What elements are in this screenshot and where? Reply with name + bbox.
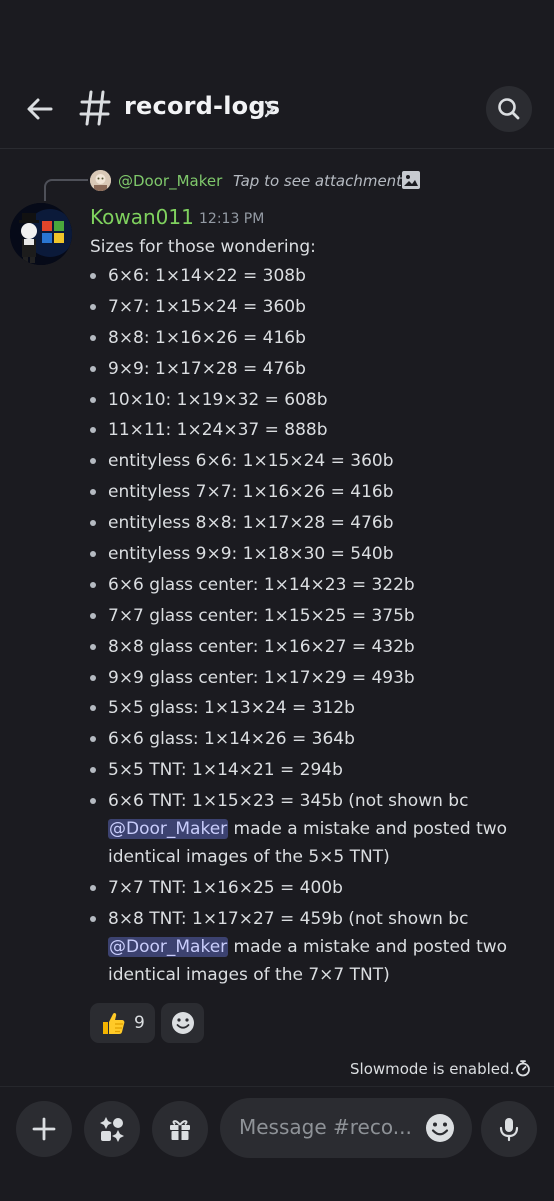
bullet [90, 520, 96, 527]
plus-icon [32, 1117, 56, 1141]
add-reaction-button[interactable] [161, 1003, 204, 1043]
list-item: 7×7: 1×15×24 = 360b [90, 293, 530, 321]
list-item: 5×5 TNT: 1×14×21 = 294b [90, 756, 530, 784]
message-intro: Sizes for those wondering: [90, 237, 316, 257]
user-mention[interactable]: @Door_Maker [108, 819, 229, 840]
smiley-icon [171, 1012, 194, 1034]
author-avatar[interactable] [10, 203, 72, 265]
search-icon [498, 98, 520, 120]
reaction-count: 9 [134, 1013, 145, 1033]
message-input-placeholder: Message #reco... [239, 1115, 412, 1139]
list-item: entityless 9×9: 1×18×30 = 540b [90, 540, 530, 568]
slowmode-notice: Slowmode is enabled. [350, 1060, 515, 1078]
microphone-icon [499, 1118, 519, 1142]
bullet [90, 334, 96, 341]
bullet [90, 612, 96, 619]
list-item: 10×10: 1×19×32 = 608b [90, 386, 530, 414]
channel-title[interactable]: record-logs [124, 92, 280, 120]
emoji-picker-icon[interactable] [424, 1112, 456, 1144]
bullet [90, 885, 96, 892]
stopwatch-icon [516, 1060, 530, 1077]
list-item: entityless 8×8: 1×17×28 = 476b [90, 509, 530, 537]
image-icon [402, 171, 420, 189]
bullet [90, 736, 96, 743]
apps-icon [100, 1117, 124, 1142]
reply-attachment-text[interactable]: Tap to see attachment [233, 172, 402, 190]
author-name[interactable]: Kowan011 [90, 205, 194, 229]
bullet [90, 551, 96, 558]
list-item: 7×7 glass center: 1×15×25 = 375b [90, 602, 530, 630]
bullet [90, 581, 96, 588]
bullet [90, 396, 96, 403]
gift-button[interactable] [152, 1101, 208, 1157]
list-item: 8×8 glass center: 1×16×27 = 432b [90, 633, 530, 661]
reply-username[interactable]: @Door_Maker [118, 172, 222, 190]
back-arrow-icon[interactable] [24, 93, 56, 125]
search-button[interactable] [486, 86, 532, 132]
bullet [90, 915, 96, 922]
list-item: 7×7 TNT: 1×16×25 = 400b [90, 874, 530, 902]
list-item: 8×8: 1×16×26 = 416b [90, 324, 530, 352]
list-item: 9×9: 1×17×28 = 476b [90, 355, 530, 383]
list-item: 6×6: 1×14×22 = 308b [90, 262, 530, 290]
list-item: 6×6 TNT: 1×15×23 = 345b (not shown bc @D… [90, 787, 530, 871]
bullet [90, 489, 96, 496]
bullet [90, 767, 96, 774]
reply-connector-line [44, 179, 88, 201]
list-item: entityless 6×6: 1×15×24 = 360b [90, 447, 530, 475]
reply-avatar[interactable] [90, 170, 111, 191]
list-item: 5×5 glass: 1×13×24 = 312b [90, 694, 530, 722]
bullet [90, 798, 96, 805]
channel-hash-icon [79, 90, 111, 126]
message-timestamp: 12:13 PM [199, 211, 265, 227]
bullet [90, 427, 96, 434]
list-item: 9×9 glass center: 1×17×29 = 493b [90, 664, 530, 692]
message-input[interactable]: Message #reco... [220, 1098, 472, 1158]
list-item: 6×6 glass: 1×14×26 = 364b [90, 725, 530, 753]
bullet [90, 273, 96, 279]
reaction-thumbs-up[interactable]: 9 [90, 1003, 155, 1043]
apps-button[interactable] [84, 1101, 140, 1157]
list-item: 11×11: 1×24×37 = 888b [90, 416, 530, 444]
thumbs-up-icon [103, 1012, 125, 1034]
bullet [90, 458, 96, 465]
add-attachment-button[interactable] [16, 1101, 72, 1157]
bullet [90, 643, 96, 650]
bullet [90, 705, 96, 712]
size-list: 6×6: 1×14×22 = 308b 7×7: 1×15×24 = 360b … [90, 262, 530, 992]
list-item: 8×8 TNT: 1×17×27 = 459b (not shown bc @D… [90, 905, 530, 989]
bullet [90, 674, 96, 681]
gift-icon [170, 1120, 190, 1140]
voice-message-button[interactable] [481, 1101, 537, 1157]
list-item: entityless 7×7: 1×16×26 = 416b [90, 478, 530, 506]
bullet [90, 303, 96, 310]
bullet [90, 365, 96, 372]
user-mention[interactable]: @Door_Maker [108, 936, 229, 957]
list-item: 6×6 glass center: 1×14×23 = 322b [90, 571, 530, 599]
channel-header: record-logs [0, 0, 554, 149]
chevron-right-icon[interactable] [262, 98, 278, 120]
